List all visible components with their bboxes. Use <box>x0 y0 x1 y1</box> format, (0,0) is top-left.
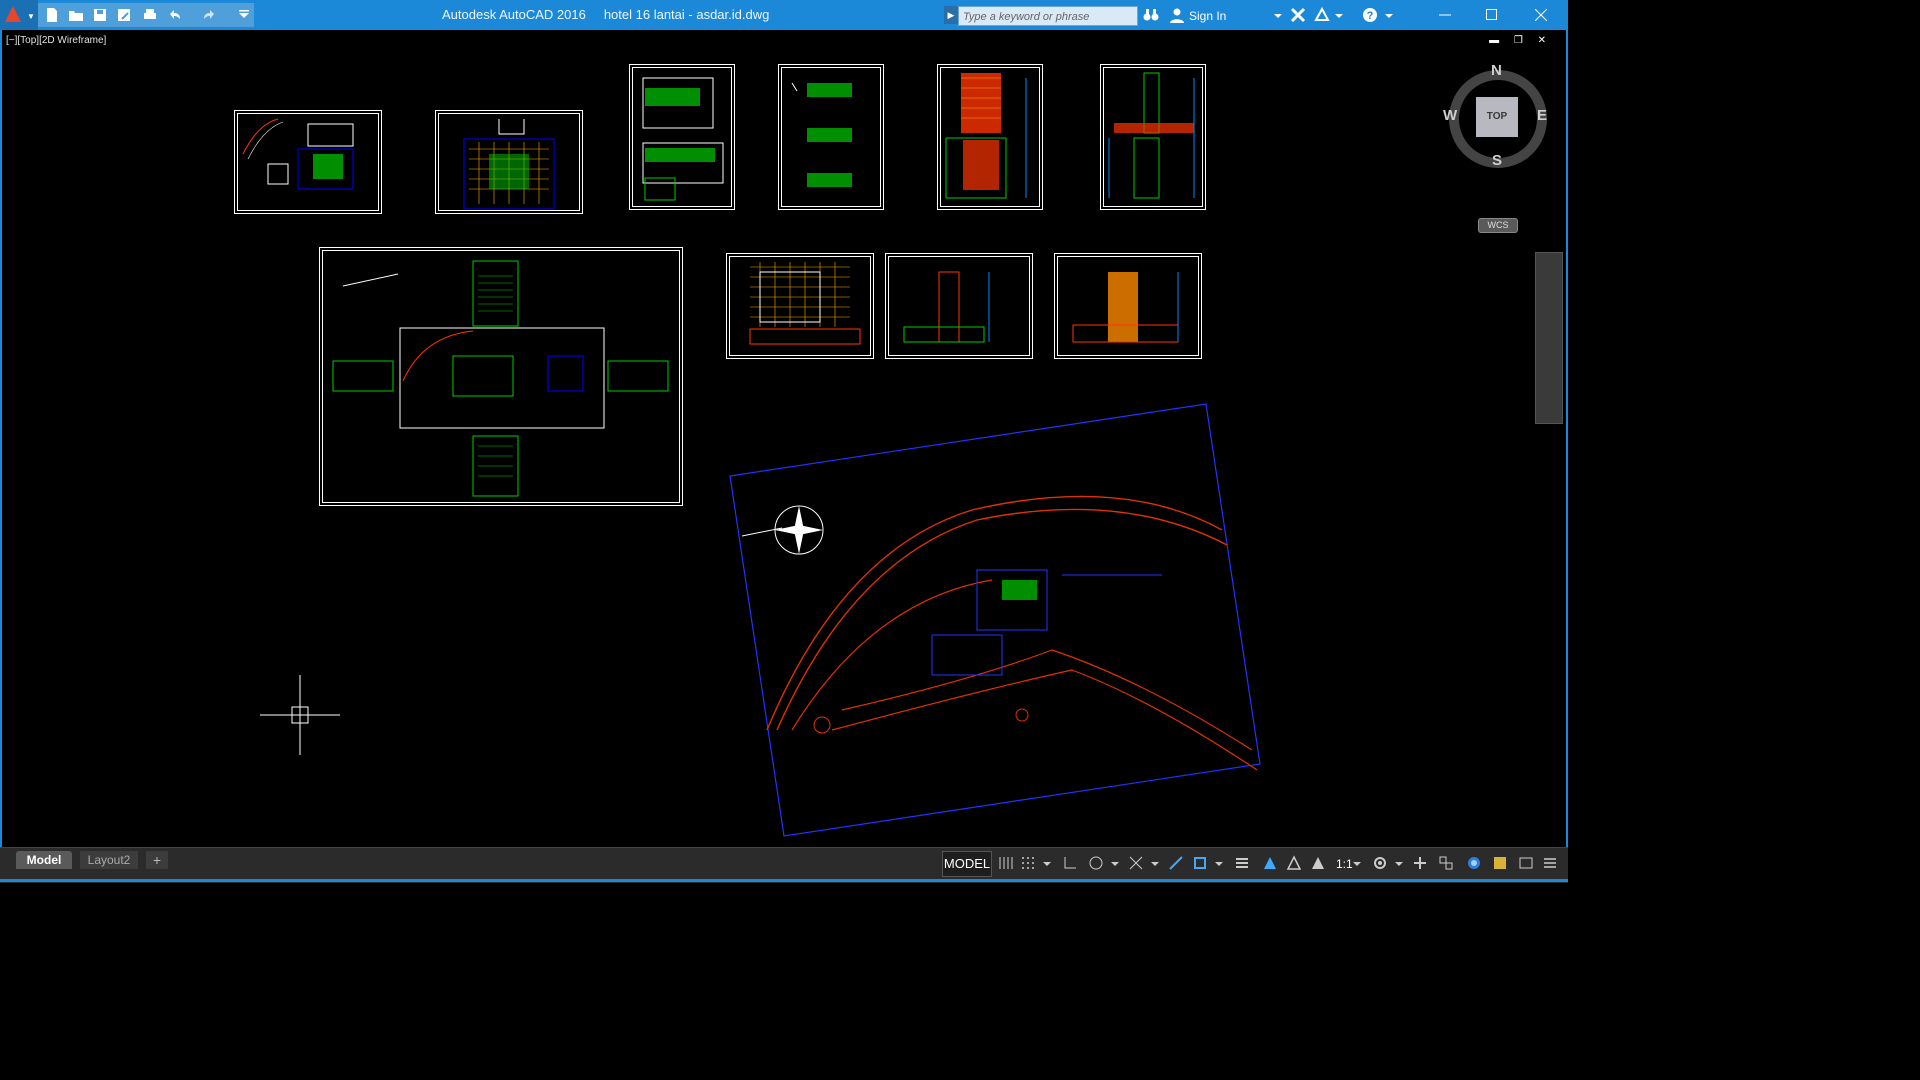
customize-toolbar-icon[interactable] <box>236 7 252 23</box>
section-thumbnail <box>945 73 1027 199</box>
annotation-visibility-icon[interactable] <box>1262 855 1278 871</box>
chevron-down-icon[interactable] <box>1042 855 1052 871</box>
binoculars-icon[interactable] <box>1143 7 1159 23</box>
floor-plans-thumbnail <box>642 77 724 201</box>
object-snap-icon[interactable] <box>1192 855 1208 871</box>
compass-west[interactable]: W <box>1443 107 1457 124</box>
close-icon <box>1535 9 1547 21</box>
units-icon[interactable] <box>1438 855 1454 871</box>
help-icon[interactable]: ? <box>1362 7 1378 23</box>
model-space-button[interactable]: MODEL <box>942 851 992 877</box>
maximize-button[interactable] <box>1469 0 1515 30</box>
search-expand-icon[interactable]: ▶ <box>944 6 958 24</box>
annotation-scale-value[interactable]: 1:1 <box>1336 857 1353 871</box>
drawing-sheet-side-elevation[interactable] <box>885 253 1033 359</box>
chevron-down-icon[interactable] <box>1150 855 1160 871</box>
grid-elevation-thumbnail <box>749 262 861 345</box>
redo-icon[interactable] <box>202 7 218 23</box>
drawing-sheet-grid-elevation[interactable] <box>726 253 874 359</box>
window-title: Autodesk AutoCAD 2016 hotel 16 lantai - a… <box>442 7 769 22</box>
tab-layout2[interactable]: Layout2 <box>80 851 138 869</box>
chevron-down-icon[interactable] <box>1273 11 1283 21</box>
maximize-icon <box>1486 9 1497 20</box>
building-layout-thumbnail <box>332 260 669 497</box>
quick-access-toolbar <box>38 3 254 27</box>
workspace-gear-icon[interactable] <box>1372 855 1388 871</box>
viewcube[interactable]: N S E W TOP <box>1443 62 1551 172</box>
tab-model[interactable]: Model <box>16 851 72 869</box>
elevation-thumbnail <box>1108 72 1195 199</box>
save-as-icon[interactable] <box>116 7 132 23</box>
drawing-sheet-section[interactable] <box>937 64 1043 210</box>
site-plan-thumbnail <box>242 118 354 190</box>
close-button[interactable] <box>1518 0 1564 30</box>
drawing-sheet-building-layout[interactable] <box>319 247 683 506</box>
site-master-plan[interactable] <box>722 400 1262 840</box>
minimize-icon <box>1439 14 1451 16</box>
viewcube-top-face[interactable]: TOP <box>1476 97 1518 137</box>
clean-screen-icon[interactable] <box>1518 855 1534 871</box>
snap-mode-icon[interactable] <box>1020 855 1036 871</box>
drawing-sheet-elevation[interactable] <box>1100 64 1206 210</box>
object-snap-tracking-icon[interactable] <box>1168 855 1184 871</box>
polar-tracking-icon[interactable] <box>1088 855 1104 871</box>
a360-icon[interactable] <box>1314 7 1330 23</box>
compass-north[interactable]: N <box>1491 62 1502 79</box>
drawing-canvas[interactable]: [−][Top][2D Wireframe] ▬ ❐ ✕ N S E W TOP… <box>0 30 1568 847</box>
crosshair-cursor-icon <box>260 675 340 755</box>
application-menu-button[interactable]: ▼ <box>0 0 38 30</box>
add-layout-button[interactable]: + <box>146 851 168 869</box>
title-bar: ▼ Autodesk AutoCAD 2016 hotel 16 lantai -… <box>0 0 1568 30</box>
chevron-down-icon: ▼ <box>27 12 35 21</box>
wcs-menu-button[interactable]: WCS <box>1478 218 1518 233</box>
customization-menu-icon[interactable] <box>1542 855 1558 871</box>
app-name: Autodesk AutoCAD 2016 <box>442 7 586 22</box>
chevron-down-icon[interactable] <box>1384 11 1394 21</box>
drawing-sheet-grid-plan[interactable] <box>435 110 583 214</box>
open-folder-icon[interactable] <box>68 7 84 23</box>
sign-in-button[interactable]: Sign In <box>1189 9 1226 23</box>
ortho-mode-icon[interactable] <box>1062 855 1078 871</box>
drawing-sheet-site-plan[interactable] <box>234 110 382 214</box>
chevron-down-icon[interactable] <box>1110 855 1120 871</box>
search-input[interactable]: Type a keyword or phrase <box>958 6 1138 26</box>
minimize-button[interactable] <box>1422 0 1468 30</box>
status-bar: Model Layout2 + MODEL 1:1 <box>0 847 1568 883</box>
isometric-drafting-icon[interactable] <box>1128 855 1144 871</box>
exchange-apps-icon[interactable] <box>1290 7 1306 23</box>
unit-plans-thumbnail <box>791 82 852 187</box>
chevron-down-icon[interactable] <box>1214 855 1224 871</box>
grid-display-icon[interactable] <box>998 855 1014 871</box>
drawing-sheet-unit-plans[interactable] <box>778 64 884 210</box>
chevron-down-icon[interactable] <box>1352 855 1362 871</box>
plus-icon[interactable] <box>1412 855 1428 871</box>
drawing-sheet-front-elevation[interactable] <box>1054 253 1202 359</box>
user-icon[interactable] <box>1169 7 1185 23</box>
print-icon[interactable] <box>142 7 158 23</box>
auto-scale-icon[interactable] <box>1286 855 1302 871</box>
navigation-bar[interactable] <box>1535 252 1563 424</box>
undo-icon[interactable] <box>166 7 182 23</box>
chevron-down-icon[interactable] <box>1394 855 1404 871</box>
compass-south[interactable]: S <box>1492 152 1502 169</box>
new-file-icon[interactable] <box>44 7 60 23</box>
autocad-logo-icon <box>5 6 21 22</box>
compass-east[interactable]: E <box>1537 107 1547 124</box>
grid-plan-thumbnail <box>463 119 555 210</box>
file-name: hotel 16 lantai - asdar.id.dwg <box>603 7 770 22</box>
north-arrow-icon <box>741 505 824 555</box>
drawing-sheet-floor-plans[interactable] <box>629 64 735 210</box>
side-elevation-thumbnail <box>903 271 990 343</box>
viewport-window-controls[interactable]: ▬ ❐ ✕ <box>1489 35 1552 46</box>
svg-text:?: ? <box>1367 10 1374 22</box>
annotation-scale-icon[interactable] <box>1310 855 1326 871</box>
save-icon[interactable] <box>92 7 108 23</box>
viewport-controls-label[interactable]: [−][Top][2D Wireframe] <box>6 35 106 46</box>
front-elevation-thumbnail <box>1072 272 1179 343</box>
lineweight-icon[interactable] <box>1234 855 1250 871</box>
isolate-objects-icon[interactable] <box>1466 855 1482 871</box>
chevron-down-icon[interactable] <box>1334 11 1344 21</box>
taskbar-edge <box>0 879 1568 882</box>
hardware-acceleration-icon[interactable] <box>1492 855 1508 871</box>
